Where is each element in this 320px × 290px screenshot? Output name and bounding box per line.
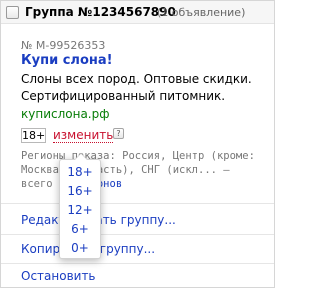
age-option-16[interactable]: 16+	[60, 184, 100, 198]
divider	[1, 203, 274, 204]
group-header: Группа №1234567890 (1 объявление)	[1, 1, 274, 24]
ad-text: Слоны всех пород. Оптовые скидки. Сертиф…	[21, 72, 252, 103]
help-icon[interactable]: ?	[113, 128, 124, 139]
age-option-12[interactable]: 12+	[60, 203, 100, 217]
ad-number: № M-99526353	[21, 39, 106, 52]
age-label-badge: 18+	[21, 128, 46, 143]
age-label-dropdown: 18+ 16+ 12+ 6+ 0+	[59, 153, 101, 259]
group-ad-count: (1 объявление)	[157, 6, 246, 19]
ad-group-card: Группа №1234567890 (1 объявление) № M-99…	[0, 0, 275, 288]
divider	[1, 234, 274, 235]
age-option-6[interactable]: 6+	[60, 222, 100, 236]
divider	[1, 263, 274, 264]
age-option-18[interactable]: 18+	[60, 165, 100, 179]
group-title: Группа №1234567890	[25, 5, 176, 19]
age-option-0[interactable]: 0+	[60, 241, 100, 255]
ad-display-url[interactable]: купислона.рф	[21, 107, 110, 121]
ad-title[interactable]: Купи слона!	[21, 53, 113, 68]
stop-link[interactable]: Остановить	[21, 269, 96, 283]
group-select-checkbox[interactable]	[6, 6, 19, 19]
change-age-link[interactable]: изменить	[53, 129, 114, 143]
